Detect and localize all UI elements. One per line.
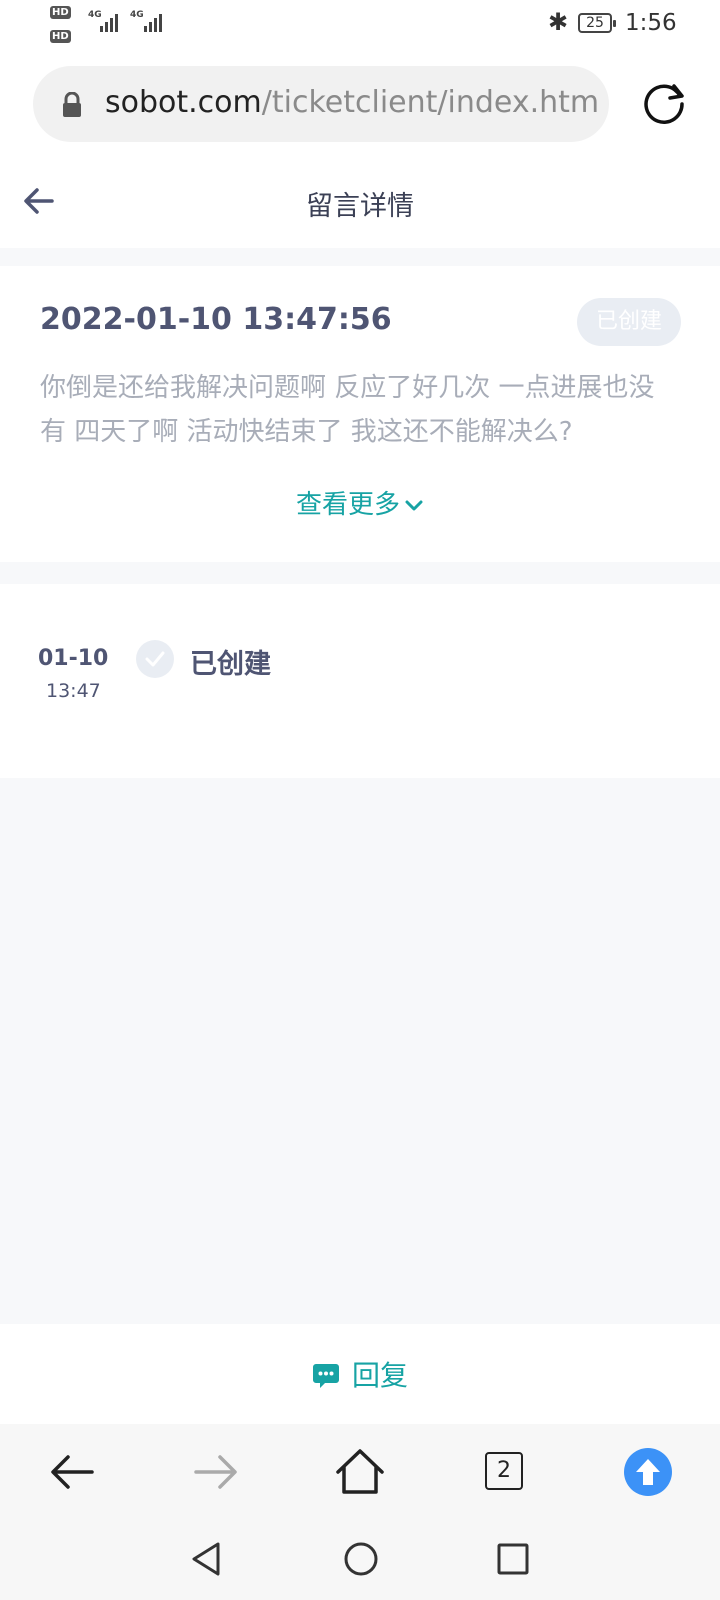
timeline-card: 01-10 13:47 已创建 — [0, 584, 720, 778]
page-title: 留言详情 — [306, 191, 414, 222]
refresh-icon[interactable] — [640, 78, 688, 126]
page-header: 留言详情 — [0, 156, 720, 248]
lock-icon — [63, 92, 81, 117]
message-card: 2022-01-10 13:47:56 已创建 你倒是还给我解决问题啊 反应了好… — [0, 266, 720, 562]
message-body: 你倒是还给我解决问题啊 反应了好几次 一点进展也没有 四天了啊 活动快结束了 我… — [40, 373, 655, 447]
battery-icon: 25 — [578, 13, 616, 33]
reply-bar: 回复 — [0, 1324, 720, 1424]
home-icon[interactable] — [332, 1444, 388, 1500]
show-more-label: 查看更多 — [295, 490, 400, 520]
message-timestamp: 2022-01-10 13:47:56 — [40, 302, 392, 337]
network2-label: 4G — [130, 10, 144, 20]
timeline-date: 01-10 — [38, 646, 109, 671]
tab-count-button[interactable]: 2 — [485, 1452, 523, 1490]
browser-address-bar: sobot.com/ticketclient/index.html — [0, 56, 720, 156]
url-field[interactable]: sobot.com/ticketclient/index.html — [33, 66, 609, 142]
url-text: sobot.com/ticketclient/index.html — [105, 84, 597, 122]
upload-arrow-icon[interactable] — [624, 1448, 672, 1496]
reply-button[interactable]: 回复 — [0, 1354, 720, 1394]
check-icon — [136, 640, 174, 678]
url-path: /ticketclient/index.html — [261, 85, 597, 120]
url-domain: sobot.com — [105, 85, 262, 120]
browser-back-icon[interactable] — [44, 1444, 100, 1500]
browser-forward-icon[interactable] — [188, 1444, 244, 1500]
browser-toolbar: 2 — [0, 1424, 720, 1520]
nav-back-icon[interactable] — [188, 1540, 224, 1578]
status-bar: HD HD 4G 4G ✱ 25 1:56 — [0, 0, 720, 56]
signal1-icon — [100, 12, 118, 32]
chat-bubble-icon — [312, 1364, 339, 1388]
signal2-icon — [144, 12, 162, 32]
timeline-status: 已创建 — [190, 649, 271, 680]
timeline-time: 13:47 — [46, 680, 101, 702]
reply-label: 回复 — [351, 1359, 408, 1392]
sim2-hd-badge: HD — [50, 30, 71, 43]
show-more-button[interactable]: 查看更多 — [0, 484, 720, 521]
status-clock: 1:56 — [625, 10, 677, 36]
status-badge: 已创建 — [577, 298, 681, 346]
sim1-hd-badge: HD — [50, 6, 71, 19]
bluetooth-icon: ✱ — [548, 8, 569, 36]
nav-home-icon[interactable] — [342, 1540, 380, 1578]
android-nav-bar — [0, 1520, 720, 1600]
nav-recents-icon[interactable] — [496, 1542, 530, 1576]
chevron-down-icon — [405, 500, 423, 510]
